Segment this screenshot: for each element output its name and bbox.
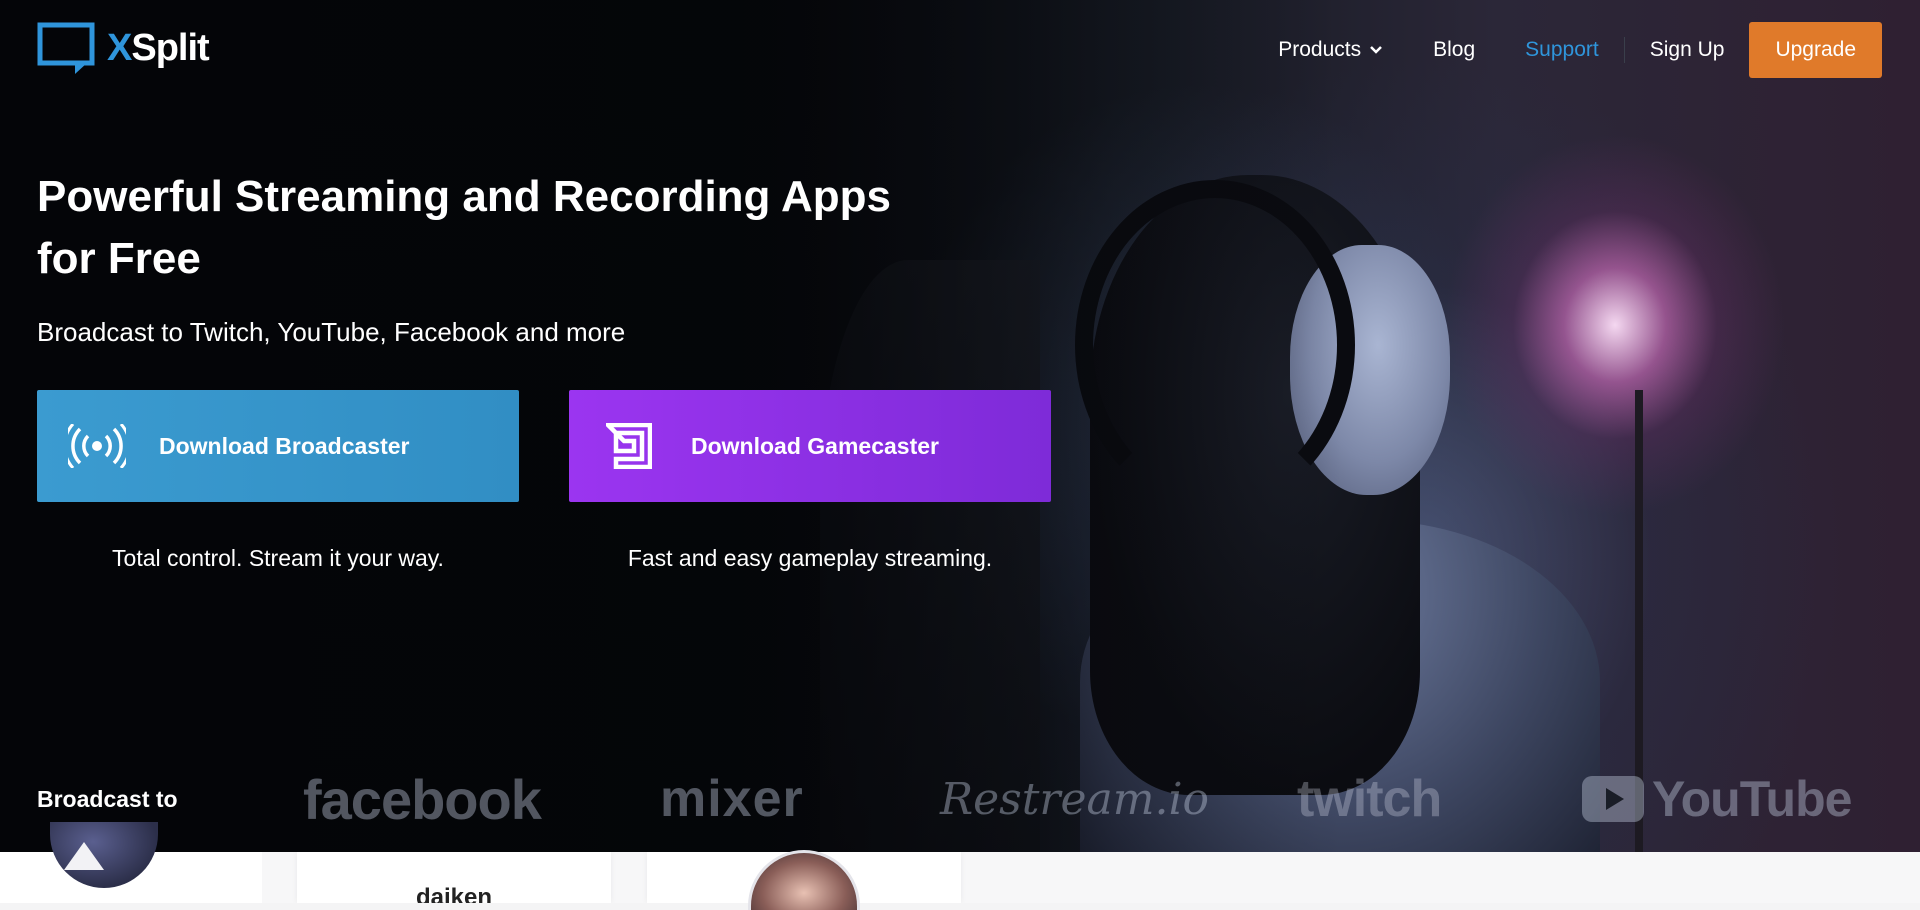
upgrade-button[interactable]: Upgrade xyxy=(1749,22,1882,78)
download-broadcaster-button[interactable]: Download Broadcaster xyxy=(37,390,519,502)
twitch-logo: twitch xyxy=(1297,770,1442,828)
nav-products-label: Products xyxy=(1278,38,1362,61)
logo-wordmark-rest: Split xyxy=(131,26,209,69)
broadcast-to-label: Broadcast to xyxy=(37,786,178,812)
download-broadcaster-label: Download Broadcaster xyxy=(159,432,410,459)
nav-products[interactable]: Products xyxy=(1278,38,1383,62)
download-gamecaster-button[interactable]: Download Gamecaster xyxy=(569,390,1051,502)
youtube-logo: YouTube xyxy=(1582,768,1852,830)
mixer-logo: mixer xyxy=(660,770,804,828)
facebook-logo: facebook xyxy=(303,767,542,831)
chevron-down-icon xyxy=(1370,46,1383,54)
top-nav: Products Blog Support Sign Up Upgrade xyxy=(1228,22,1882,78)
youtube-play-icon xyxy=(1582,776,1644,822)
logo-wordmark-x: X xyxy=(107,26,132,69)
testimonial-card[interactable]: daiken xyxy=(297,852,611,903)
xsplit-logo-icon xyxy=(37,22,95,74)
hero-headline: Powerful Streaming and Recording Apps fo… xyxy=(37,172,892,283)
restream-logo: Restream.io xyxy=(940,773,1210,825)
broadcaster-tagline: Total control. Stream it your way. xyxy=(112,545,444,571)
gamecaster-logo-icon xyxy=(599,416,659,476)
xsplit-logo[interactable]: XSplit xyxy=(37,22,210,74)
nav-divider xyxy=(1623,37,1625,63)
nav-blog[interactable]: Blog xyxy=(1433,38,1475,62)
gamecaster-tagline: Fast and easy gameplay streaming. xyxy=(627,545,993,571)
hero-subheadline: Broadcast to Twitch, YouTube, Facebook a… xyxy=(37,317,626,347)
download-gamecaster-label: Download Gamecaster xyxy=(691,432,939,459)
youtube-wordmark: YouTube xyxy=(1652,771,1852,827)
testimonial-author-name: daiken xyxy=(415,884,493,903)
testimonials-strip: daiken xyxy=(0,852,1920,903)
nav-signup[interactable]: Sign Up xyxy=(1650,38,1725,62)
nav-support[interactable]: Support xyxy=(1525,38,1599,62)
broadcast-signal-icon xyxy=(67,416,127,476)
logo-wordmark: XSplit xyxy=(107,26,210,70)
